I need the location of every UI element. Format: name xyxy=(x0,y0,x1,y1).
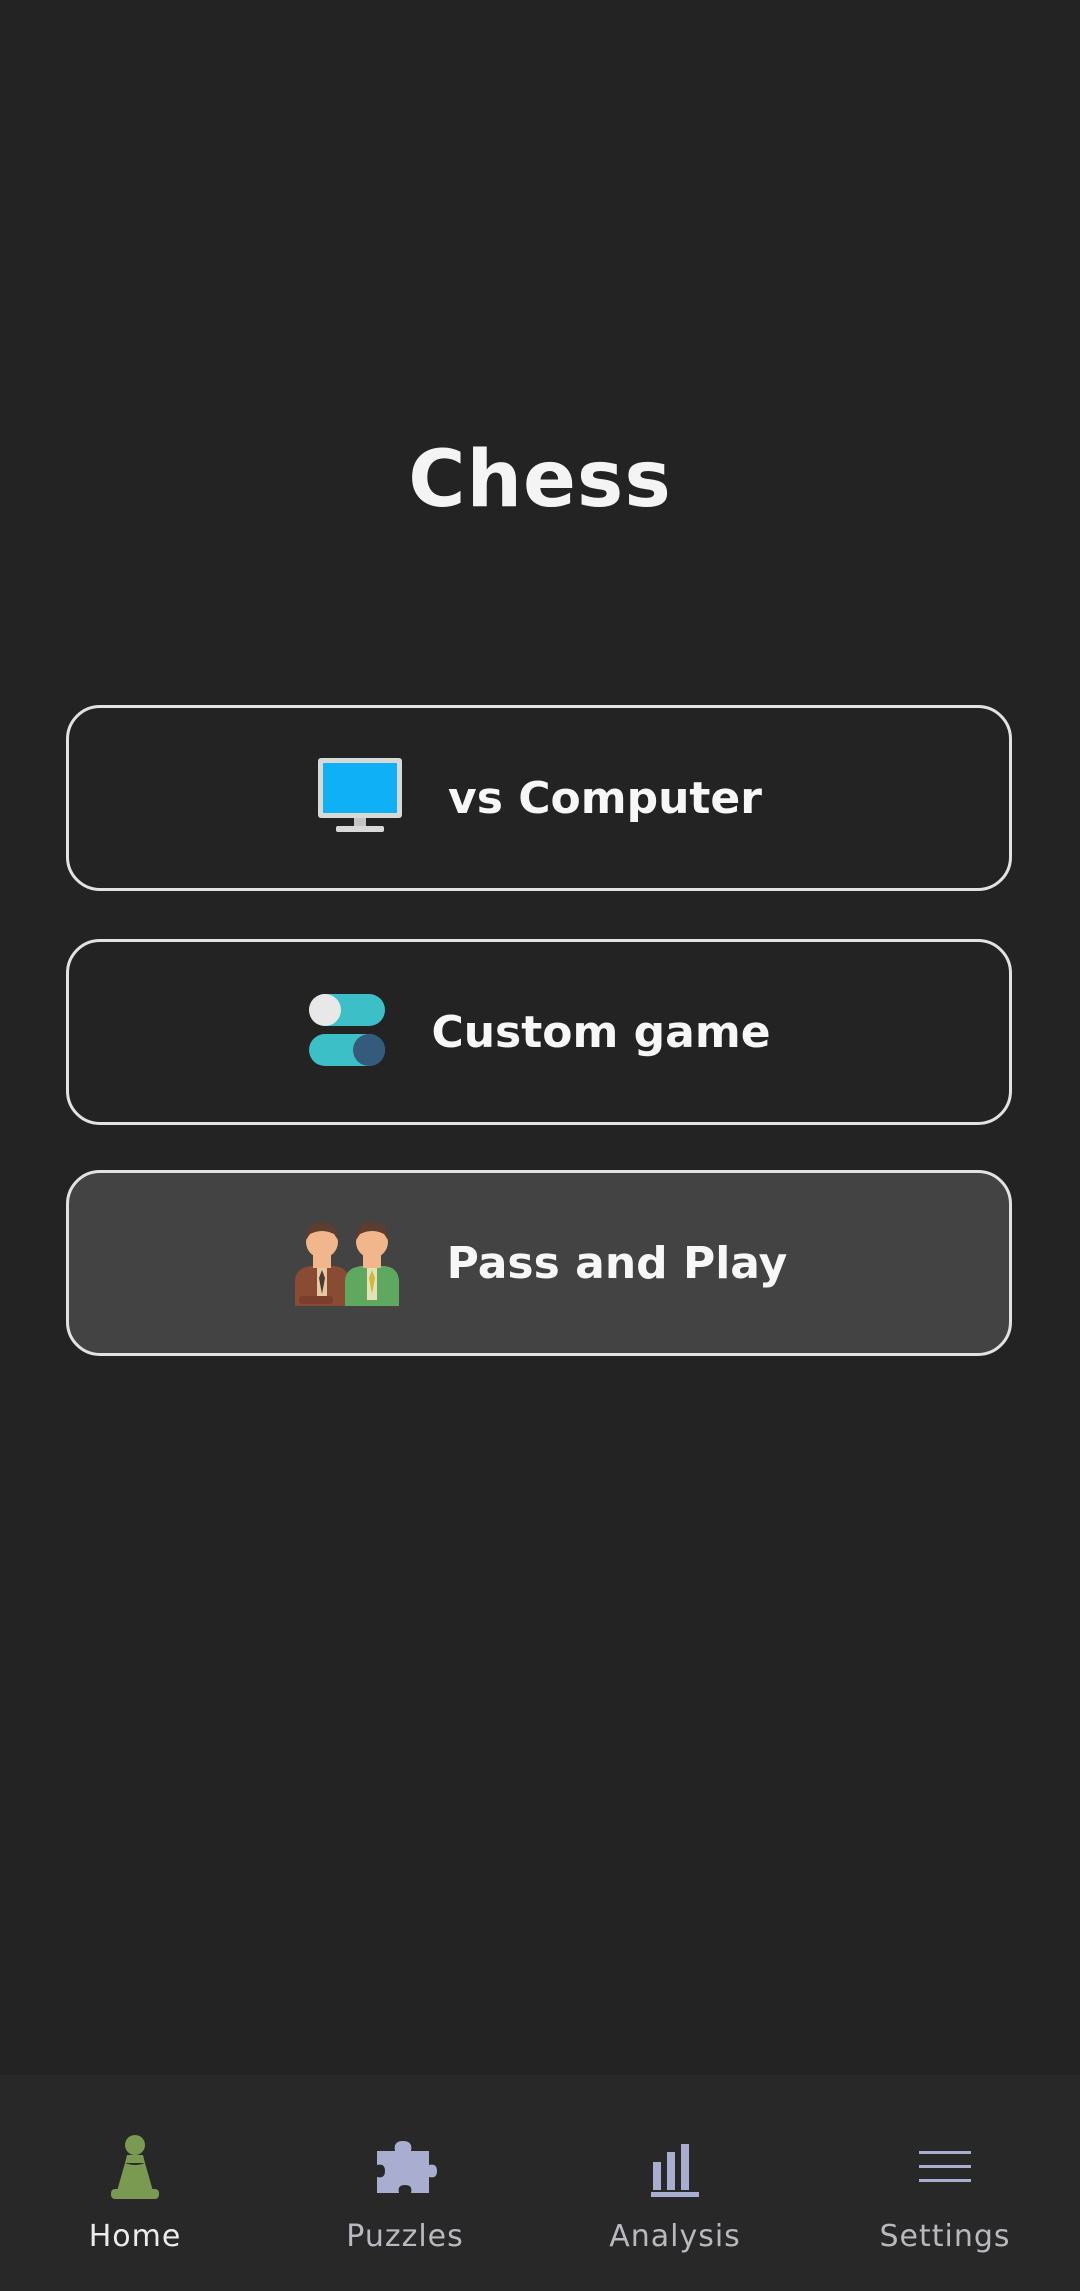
vs-computer-button[interactable]: vs Computer xyxy=(66,705,1012,891)
custom-game-button[interactable]: Custom game xyxy=(66,939,1012,1125)
nav-item-home[interactable]: Home xyxy=(0,2075,270,2291)
custom-game-label: Custom game xyxy=(431,1006,771,1058)
nav-item-settings[interactable]: Settings xyxy=(810,2075,1080,2291)
nav-label-analysis: Analysis xyxy=(609,2219,741,2254)
puzzle-piece-icon xyxy=(365,2127,445,2207)
two-people-icon xyxy=(291,1216,403,1310)
pass-and-play-label: Pass and Play xyxy=(446,1237,788,1289)
nav-label-home: Home xyxy=(88,2219,182,2254)
nav-label-settings: Settings xyxy=(879,2219,1011,2254)
toggle-switches-icon xyxy=(307,992,387,1072)
vs-computer-label: vs Computer xyxy=(448,772,762,824)
nav-label-puzzles: Puzzles xyxy=(346,2219,464,2254)
pass-and-play-button[interactable]: Pass and Play xyxy=(66,1170,1012,1356)
pawn-icon xyxy=(95,2127,175,2207)
nav-item-puzzles[interactable]: Puzzles xyxy=(270,2075,540,2291)
computer-monitor-icon xyxy=(316,756,404,840)
nav-item-analysis[interactable]: Analysis xyxy=(540,2075,810,2291)
bar-chart-icon xyxy=(635,2127,715,2207)
hamburger-menu-icon xyxy=(905,2127,985,2207)
bottom-navigation: Home Puzzles Analysis Settings xyxy=(0,2075,1080,2291)
page-title: Chess xyxy=(408,435,672,525)
